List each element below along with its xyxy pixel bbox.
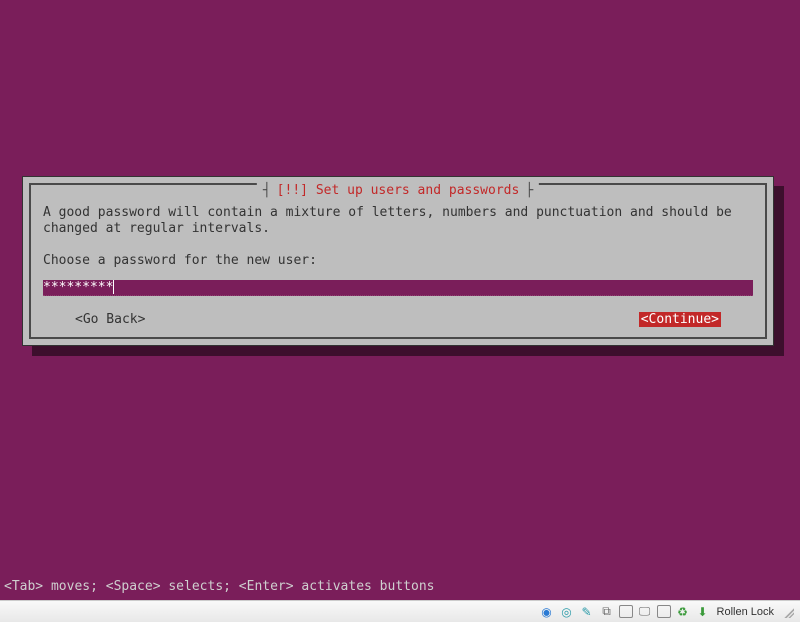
lock-icon[interactable]: ⬇ [695,604,711,620]
password-dialog: ┤ [!!] Set up users and passwords ├ A go… [22,176,774,346]
windows-icon[interactable]: ⧉ [599,604,615,620]
resize-grip[interactable] [782,606,794,618]
password-value: ********* [43,280,113,295]
title-bracket-right: ├ [525,183,533,198]
button-row: <Go Back> <Continue> [43,312,753,327]
help-text: A good password will contain a mixture o… [43,205,753,237]
continue-button[interactable]: <Continue> [639,312,721,327]
monitor-icon[interactable]: 🖵 [637,604,653,620]
globe-icon[interactable]: ◎ [559,604,575,620]
tray-icon-1[interactable]: ◉ [539,604,555,620]
keyboard-hint-bar: <Tab> moves; <Space> selects; <Enter> ac… [4,579,434,594]
pencil-icon[interactable]: ✎ [579,604,595,620]
indicator-label: Rollen Lock [717,606,774,618]
panel-icon[interactable] [657,605,671,618]
password-prompt: Choose a password for the new user: [43,253,753,268]
installer-screen: ┤ [!!] Set up users and passwords ├ A go… [0,0,800,600]
dialog-title: [!!] Set up users and passwords [277,183,520,198]
dialog-frame: ┤ [!!] Set up users and passwords ├ A go… [29,183,767,339]
dialog-body: A good password will contain a mixture o… [31,185,765,337]
go-back-button[interactable]: <Go Back> [75,312,145,327]
dialog-title-wrap: ┤ [!!] Set up users and passwords ├ [257,183,539,198]
desktop-icon[interactable] [619,605,633,618]
taskbar: ◉ ◎ ✎ ⧉ 🖵 ♻ ⬇ Rollen Lock [0,600,800,622]
text-cursor [113,280,114,294]
password-input[interactable]: ********* [43,280,753,296]
title-bracket-left: ┤ [263,183,271,198]
recycle-icon[interactable]: ♻ [675,604,691,620]
